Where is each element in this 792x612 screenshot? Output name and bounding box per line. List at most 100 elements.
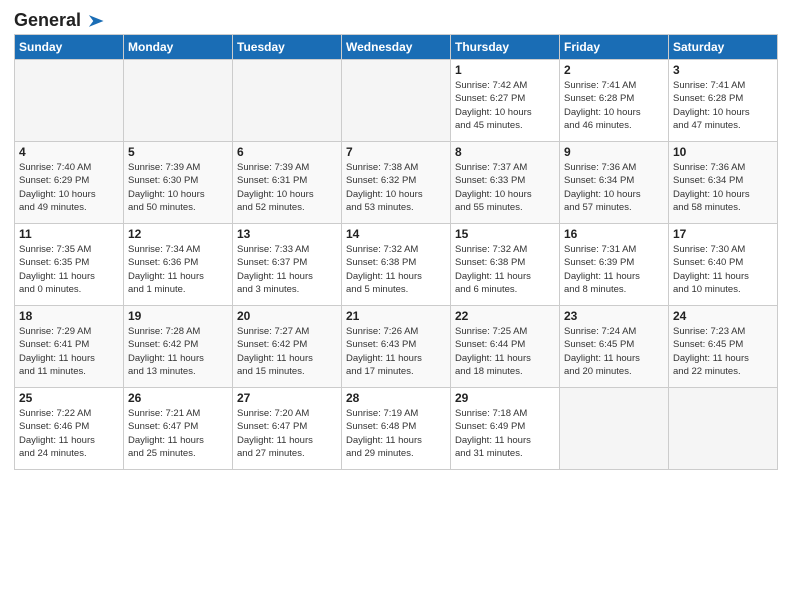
calendar-cell: 20Sunrise: 7:27 AM Sunset: 6:42 PM Dayli… <box>233 306 342 388</box>
day-number: 21 <box>346 309 446 323</box>
day-info: Sunrise: 7:33 AM Sunset: 6:37 PM Dayligh… <box>237 243 337 296</box>
calendar-table: SundayMondayTuesdayWednesdayThursdayFrid… <box>14 34 778 470</box>
calendar-cell: 18 Sunrise: 7:29 AM Sunset: 6:41 PM Dayli… <box>15 306 124 388</box>
calendar-cell: 3Sunrise: 7:41 AM Sunset: 6:28 PM Daylig… <box>669 60 778 142</box>
day-info: Sunrise: 7:40 AM Sunset: 6:29 PM Dayligh… <box>19 161 119 214</box>
day-number: 24 <box>673 309 773 323</box>
day-info: Sunrise: 7:36 AM Sunset: 6:34 PM Dayligh… <box>564 161 664 214</box>
calendar-cell: 17 Sunrise: 7:30 AM Sunset: 6:40 PM Dayli… <box>669 224 778 306</box>
calendar-cell: 1 Sunrise: 7:42 AM Sunset: 6:27 PM Daylig… <box>451 60 560 142</box>
day-info: Sunrise: 7:28 AM Sunset: 6:42 PM Dayligh… <box>128 325 228 378</box>
calendar-week-row: 18 Sunrise: 7:29 AM Sunset: 6:41 PM Dayli… <box>15 306 778 388</box>
day-number: 7 <box>346 145 446 159</box>
calendar-cell: 22 Sunrise: 7:25 AM Sunset: 6:44 PM Dayli… <box>451 306 560 388</box>
day-number: 8 <box>455 145 555 159</box>
weekday-header: Thursday <box>451 35 560 60</box>
calendar-cell: 26Sunrise: 7:21 AM Sunset: 6:47 PM Dayli… <box>124 388 233 470</box>
calendar-week-row: 25 Sunrise: 7:22 AM Sunset: 6:46 PM Dayli… <box>15 388 778 470</box>
day-info: Sunrise: 7:32 AM Sunset: 6:38 PM Dayligh… <box>346 243 446 296</box>
calendar-cell: 21 Sunrise: 7:26 AM Sunset: 6:43 PM Dayli… <box>342 306 451 388</box>
day-info: Sunrise: 7:37 AM Sunset: 6:33 PM Dayligh… <box>455 161 555 214</box>
day-info: Sunrise: 7:39 AM Sunset: 6:31 PM Dayligh… <box>237 161 337 214</box>
day-number: 18 <box>19 309 119 323</box>
calendar-cell: 23 Sunrise: 7:24 AM Sunset: 6:45 PM Dayli… <box>560 306 669 388</box>
calendar-header-row: SundayMondayTuesdayWednesdayThursdayFrid… <box>15 35 778 60</box>
day-number: 12 <box>128 227 228 241</box>
day-info: Sunrise: 7:41 AM Sunset: 6:28 PM Dayligh… <box>564 79 664 132</box>
page-container: General SundayMondayTuesdayWednesdayThur… <box>0 0 792 478</box>
day-info: Sunrise: 7:36 AM Sunset: 6:34 PM Dayligh… <box>673 161 773 214</box>
calendar-cell: 25 Sunrise: 7:22 AM Sunset: 6:46 PM Dayli… <box>15 388 124 470</box>
day-number: 29 <box>455 391 555 405</box>
day-number: 26 <box>128 391 228 405</box>
weekday-header: Monday <box>124 35 233 60</box>
day-info: Sunrise: 7:22 AM Sunset: 6:46 PM Dayligh… <box>19 407 119 460</box>
day-number: 6 <box>237 145 337 159</box>
day-number: 9 <box>564 145 664 159</box>
calendar-cell <box>15 60 124 142</box>
day-number: 5 <box>128 145 228 159</box>
calendar-week-row: 11 Sunrise: 7:35 AM Sunset: 6:35 PM Dayli… <box>15 224 778 306</box>
calendar-cell: 19 Sunrise: 7:28 AM Sunset: 6:42 PM Dayli… <box>124 306 233 388</box>
day-number: 25 <box>19 391 119 405</box>
day-info: Sunrise: 7:27 AM Sunset: 6:42 PM Dayligh… <box>237 325 337 378</box>
day-number: 15 <box>455 227 555 241</box>
calendar-cell: 10 Sunrise: 7:36 AM Sunset: 6:34 PM Dayli… <box>669 142 778 224</box>
calendar-cell: 2 Sunrise: 7:41 AM Sunset: 6:28 PM Daylig… <box>560 60 669 142</box>
day-info: Sunrise: 7:26 AM Sunset: 6:43 PM Dayligh… <box>346 325 446 378</box>
weekday-header: Sunday <box>15 35 124 60</box>
day-number: 2 <box>564 63 664 77</box>
day-info: Sunrise: 7:31 AM Sunset: 6:39 PM Dayligh… <box>564 243 664 296</box>
weekday-header: Friday <box>560 35 669 60</box>
day-number: 13 <box>237 227 337 241</box>
day-number: 17 <box>673 227 773 241</box>
day-info: Sunrise: 7:23 AM Sunset: 6:45 PM Dayligh… <box>673 325 773 378</box>
day-info: Sunrise: 7:29 AM Sunset: 6:41 PM Dayligh… <box>19 325 119 378</box>
calendar-cell: 11 Sunrise: 7:35 AM Sunset: 6:35 PM Dayli… <box>15 224 124 306</box>
day-info: Sunrise: 7:35 AM Sunset: 6:35 PM Dayligh… <box>19 243 119 296</box>
logo: General <box>14 10 105 28</box>
day-number: 3 <box>673 63 773 77</box>
day-number: 19 <box>128 309 228 323</box>
calendar-cell <box>233 60 342 142</box>
calendar-cell: 9 Sunrise: 7:36 AM Sunset: 6:34 PM Daylig… <box>560 142 669 224</box>
calendar-cell: 29Sunrise: 7:18 AM Sunset: 6:49 PM Dayli… <box>451 388 560 470</box>
calendar-cell <box>124 60 233 142</box>
day-info: Sunrise: 7:42 AM Sunset: 6:27 PM Dayligh… <box>455 79 555 132</box>
day-number: 10 <box>673 145 773 159</box>
calendar-cell: 28 Sunrise: 7:19 AM Sunset: 6:48 PM Dayli… <box>342 388 451 470</box>
calendar-cell: 6 Sunrise: 7:39 AM Sunset: 6:31 PM Daylig… <box>233 142 342 224</box>
day-info: Sunrise: 7:25 AM Sunset: 6:44 PM Dayligh… <box>455 325 555 378</box>
calendar-cell: 16 Sunrise: 7:31 AM Sunset: 6:39 PM Dayli… <box>560 224 669 306</box>
calendar-cell: 5 Sunrise: 7:39 AM Sunset: 6:30 PM Daylig… <box>124 142 233 224</box>
logo-text: General <box>14 11 81 31</box>
day-number: 11 <box>19 227 119 241</box>
day-number: 22 <box>455 309 555 323</box>
calendar-cell: 12 Sunrise: 7:34 AM Sunset: 6:36 PM Dayli… <box>124 224 233 306</box>
header-row: General <box>14 10 778 28</box>
calendar-cell: 14 Sunrise: 7:32 AM Sunset: 6:38 PM Dayli… <box>342 224 451 306</box>
calendar-cell: 8 Sunrise: 7:37 AM Sunset: 6:33 PM Daylig… <box>451 142 560 224</box>
day-info: Sunrise: 7:32 AM Sunset: 6:38 PM Dayligh… <box>455 243 555 296</box>
calendar-cell <box>669 388 778 470</box>
day-number: 14 <box>346 227 446 241</box>
day-info: Sunrise: 7:30 AM Sunset: 6:40 PM Dayligh… <box>673 243 773 296</box>
calendar-cell <box>560 388 669 470</box>
day-info: Sunrise: 7:19 AM Sunset: 6:48 PM Dayligh… <box>346 407 446 460</box>
weekday-header: Tuesday <box>233 35 342 60</box>
day-number: 23 <box>564 309 664 323</box>
calendar-cell: 4Sunrise: 7:40 AM Sunset: 6:29 PM Daylig… <box>15 142 124 224</box>
calendar-cell: 15 Sunrise: 7:32 AM Sunset: 6:38 PM Dayli… <box>451 224 560 306</box>
calendar-cell: 7 Sunrise: 7:38 AM Sunset: 6:32 PM Daylig… <box>342 142 451 224</box>
day-info: Sunrise: 7:39 AM Sunset: 6:30 PM Dayligh… <box>128 161 228 214</box>
calendar-cell: 27 Sunrise: 7:20 AM Sunset: 6:47 PM Dayli… <box>233 388 342 470</box>
day-number: 16 <box>564 227 664 241</box>
day-number: 28 <box>346 391 446 405</box>
day-info: Sunrise: 7:38 AM Sunset: 6:32 PM Dayligh… <box>346 161 446 214</box>
day-number: 1 <box>455 63 555 77</box>
day-info: Sunrise: 7:34 AM Sunset: 6:36 PM Dayligh… <box>128 243 228 296</box>
calendar-cell: 24 Sunrise: 7:23 AM Sunset: 6:45 PM Dayli… <box>669 306 778 388</box>
day-info: Sunrise: 7:20 AM Sunset: 6:47 PM Dayligh… <box>237 407 337 460</box>
day-info: Sunrise: 7:24 AM Sunset: 6:45 PM Dayligh… <box>564 325 664 378</box>
day-number: 27 <box>237 391 337 405</box>
